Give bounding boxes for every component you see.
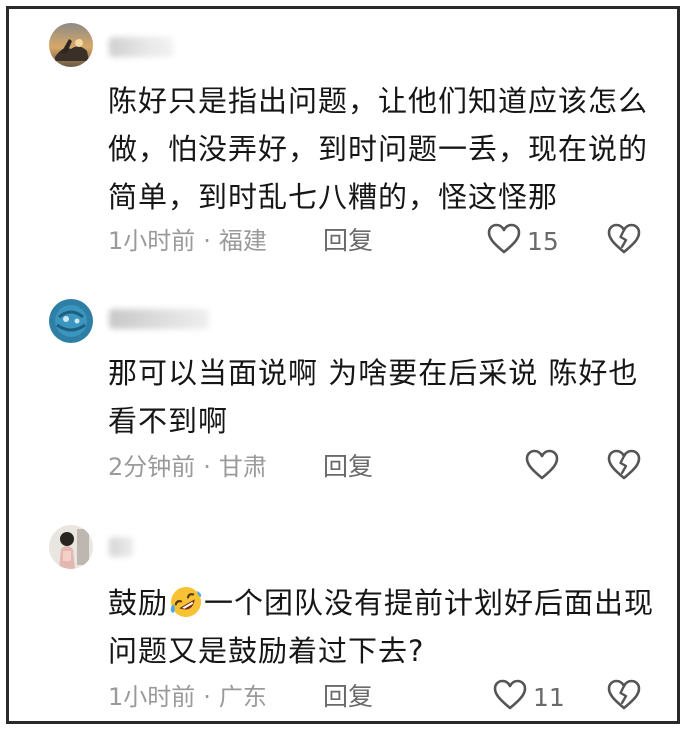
username-redacted[interactable]: [109, 37, 173, 57]
comment-meta: 1小时前 · 福建: [108, 223, 267, 259]
comment-text: 那可以当面说啊 为啥要在后采说 陈好也看不到啊: [108, 356, 639, 438]
reply-button[interactable]: 回复: [323, 449, 373, 485]
rolling-on-floor-laughing-emoji: [169, 585, 203, 619]
comment-location: 广东: [218, 683, 267, 711]
comment-text: 鼓励 一个团队没有提前计划好后面出现问题又是鼓励着过下去?: [108, 579, 668, 675]
username-redacted[interactable]: [109, 537, 133, 557]
meta-separator: ·: [203, 227, 211, 255]
comment-location: 甘肃: [218, 453, 267, 481]
reply-button[interactable]: 回复: [323, 223, 373, 259]
comment-time: 1小时前: [108, 227, 196, 255]
meta-separator: ·: [203, 453, 211, 481]
like-count: 11: [533, 682, 565, 712]
comment-meta: 2分钟前 · 甘肃: [108, 449, 267, 485]
comment-location: 福建: [218, 227, 267, 255]
like-count: 15: [527, 226, 559, 256]
like-button[interactable]: 15: [487, 223, 559, 259]
broken-heart-icon: [607, 223, 641, 259]
comment-text-part: 鼓励: [108, 586, 169, 620]
heart-outline-icon: [525, 449, 559, 485]
reply-button[interactable]: 回复: [323, 679, 373, 715]
dislike-button[interactable]: [607, 679, 641, 715]
comment-meta: 1小时前 · 广东: [108, 679, 267, 715]
comment-time: 2分钟前: [108, 453, 196, 481]
comment-list: 陈好只是指出问题，让他们知道应该怎么做，怕没弄好，到时问题一丢，现在说的简单，到…: [6, 6, 680, 724]
avatar[interactable]: [49, 525, 93, 569]
avatar[interactable]: [49, 23, 93, 67]
heart-outline-icon: [487, 223, 521, 259]
comment-time: 1小时前: [108, 683, 196, 711]
like-button[interactable]: 11: [493, 679, 565, 715]
meta-separator: ·: [203, 683, 211, 711]
like-button[interactable]: [525, 449, 565, 485]
username-redacted[interactable]: [109, 309, 209, 329]
dislike-button[interactable]: [607, 449, 641, 485]
broken-heart-icon: [607, 449, 641, 485]
heart-outline-icon: [493, 679, 527, 715]
dislike-button[interactable]: [607, 223, 641, 259]
avatar[interactable]: [49, 299, 93, 343]
broken-heart-icon: [607, 679, 641, 715]
comment-text: 陈好只是指出问题，让他们知道应该怎么做，怕没弄好，到时问题一丢，现在说的简单，到…: [108, 84, 649, 214]
